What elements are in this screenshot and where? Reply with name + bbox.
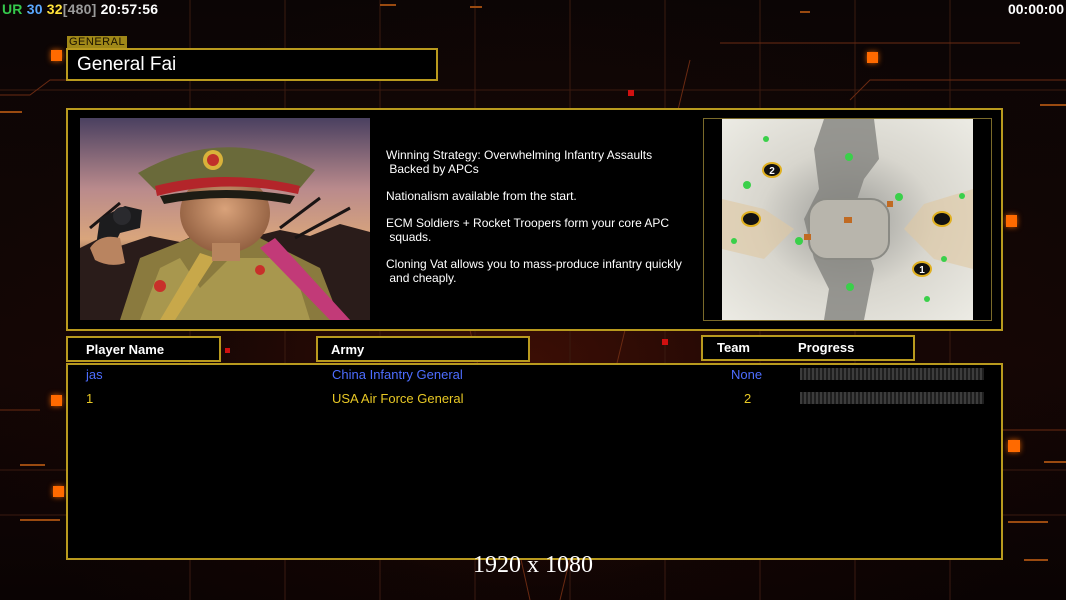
- resolution-overlay: 1920 x 1080: [473, 552, 593, 578]
- general-tag: GENERAL: [67, 36, 128, 48]
- decor-square: [628, 90, 634, 96]
- player-army: China Infantry General: [332, 367, 463, 382]
- player-army: USA Air Force General: [332, 391, 464, 406]
- header-army: Army: [316, 336, 530, 362]
- player-team: 2: [744, 391, 752, 406]
- hud-stats: UR 30 32[480] 20:57:56: [2, 1, 158, 17]
- player-team: None: [731, 367, 763, 382]
- hud-fps-b: 32: [46, 1, 63, 17]
- decor-square: [1008, 440, 1020, 452]
- header-team-label: Team: [717, 340, 750, 355]
- map-start-label: 1: [919, 265, 925, 276]
- header-player-name-label: Player Name: [86, 342, 165, 357]
- description-line: Nationalism available from the start.: [386, 189, 577, 203]
- player-progress-bar: [800, 368, 984, 380]
- decor-square: [1006, 215, 1017, 227]
- hud-clock: 20:57:56: [100, 1, 159, 17]
- player-progress-bar: [800, 392, 984, 404]
- general-name: General Fai: [77, 54, 177, 75]
- general-portrait: [80, 118, 370, 320]
- player-name: jas: [86, 367, 103, 382]
- general-description: Winning Strategy: Overwhelming Infantry …: [386, 148, 701, 298]
- map-start-label: 2: [769, 166, 775, 177]
- decor-square: [51, 50, 62, 61]
- decor-square: [53, 486, 64, 497]
- description-line: Winning Strategy: Overwhelming Infantry …: [386, 148, 653, 176]
- general-name-box: General Fai: [66, 48, 438, 81]
- hud-fps-a: 30: [26, 1, 43, 17]
- player-name: 1: [86, 391, 94, 406]
- map-preview[interactable]: 2 1: [703, 118, 992, 321]
- header-player-name: Player Name: [66, 336, 221, 362]
- decor-square: [51, 395, 62, 406]
- header-army-label: Army: [331, 342, 365, 357]
- header-team-progress: Team Progress: [701, 335, 915, 361]
- game-timer: 00:00:00: [1007, 1, 1064, 17]
- decor-square: [225, 348, 230, 353]
- description-line: Cloning Vat allows you to mass-produce i…: [386, 257, 682, 285]
- decor-square: [662, 339, 668, 345]
- hud-ur: UR: [2, 1, 23, 17]
- decor-square: [867, 52, 878, 63]
- header-progress-label: Progress: [798, 340, 855, 355]
- description-line: ECM Soldiers + Rocket Troopers form your…: [386, 216, 670, 244]
- hud-frame: [480]: [62, 1, 97, 17]
